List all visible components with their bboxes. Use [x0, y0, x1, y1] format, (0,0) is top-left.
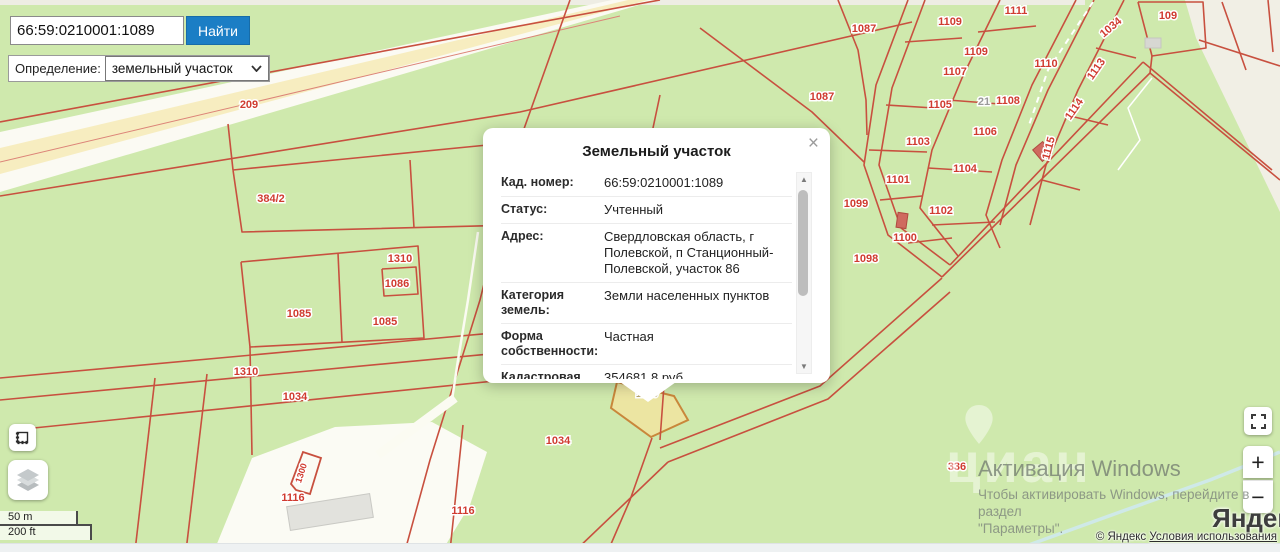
parcel-label: 1098: [854, 253, 878, 265]
parcel-label: 109: [1159, 10, 1177, 22]
fullscreen-button[interactable]: [1244, 407, 1272, 435]
scale-bar-imperial: 200 ft: [0, 524, 92, 540]
popup-pointer: [620, 382, 676, 402]
close-icon[interactable]: ×: [808, 134, 819, 153]
popup-row-value: Земли населенных пунктов: [598, 288, 769, 318]
measure-button[interactable]: [9, 424, 36, 451]
popup-row-value: Учтенный: [598, 202, 663, 218]
parcel-label: 1105: [928, 99, 952, 111]
parcel-label: 1101: [886, 174, 910, 186]
popup-row-label: Кад. номер:: [501, 175, 598, 191]
popup-row-value: Частная: [598, 329, 654, 359]
parcel-label: 1085: [373, 316, 397, 328]
layers-icon: [14, 466, 42, 494]
search-input[interactable]: [10, 16, 184, 45]
popup-row-label: Кадастровая стоимость:: [501, 370, 598, 379]
parcel-label: 1116: [281, 492, 304, 504]
scroll-thumb[interactable]: [798, 190, 808, 296]
map-credits: © Яндекс Условия использования: [1096, 531, 1277, 543]
parcel-label: 209: [240, 99, 258, 111]
popup-row: Статус:Учтенный: [501, 197, 792, 224]
parcel-label: 384/2: [257, 193, 285, 205]
popup-row: Адрес:Свердловская область, г Полевской,…: [501, 224, 792, 283]
parcel-label: 1034: [546, 435, 571, 447]
fullscreen-icon: [1251, 414, 1266, 429]
parcel-label: 1107: [943, 66, 967, 78]
popup-row-value: Свердловская область, г Полевской, п Ста…: [598, 229, 792, 277]
copyright: © Яндекс: [1096, 531, 1146, 543]
scale-bar-metric: 50 m: [0, 511, 78, 524]
parcel-label: 1034: [283, 391, 308, 403]
parcel-label: 1103: [906, 136, 930, 148]
parcel-label: 1102: [929, 205, 953, 217]
parcel-label: 1310: [234, 366, 258, 378]
search-panel: Найти: [10, 16, 250, 45]
filter-panel: Определение: земельный участок: [8, 55, 270, 82]
popup-row-label: Статус:: [501, 202, 598, 218]
parcel-label: 1086: [385, 278, 409, 290]
parcel-label: 1104: [953, 163, 978, 175]
filter-label: Определение:: [9, 56, 105, 81]
layers-button[interactable]: [8, 460, 48, 500]
measure-icon: [14, 429, 31, 446]
popup-row: Категория земель:Земли населенных пункто…: [501, 283, 792, 324]
activation-title: Активация Windows: [978, 456, 1280, 482]
parcel-label: 1085: [287, 308, 311, 320]
parcel-label: 1087: [852, 23, 876, 35]
parcel-label: 1109: [964, 46, 988, 58]
info-popup: Земельный участок × Кад. номер:66:59:021…: [483, 128, 830, 383]
chevron-down-icon: [251, 65, 262, 72]
terms-link[interactable]: Условия использования: [1149, 531, 1277, 543]
popup-row-label: Форма собственности:: [501, 329, 598, 359]
parcel-label: 21: [978, 96, 990, 108]
popup-row-value: 354681.8 руб: [598, 370, 683, 379]
popup-row-label: Адрес:: [501, 229, 598, 277]
parcel-label: 1116: [451, 505, 474, 517]
filter-select[interactable]: земельный участок: [105, 56, 269, 81]
popup-title: Земельный участок: [483, 128, 830, 160]
building: [896, 212, 908, 228]
parcel-label: 1111: [1005, 5, 1028, 17]
yandex-logo: Яндекс: [1212, 503, 1280, 534]
scroll-down-icon[interactable]: ▼: [797, 362, 811, 371]
filter-select-value: земельный участок: [112, 61, 233, 76]
building: [1145, 38, 1161, 48]
parcel-label: 1110: [1034, 58, 1057, 70]
popup-row: Кад. номер:66:59:0210001:1089: [501, 170, 792, 197]
parcel-label: 1106: [973, 126, 997, 138]
popup-row: Кадастровая стоимость:354681.8 руб: [501, 365, 792, 379]
parcel-label: 1109: [938, 16, 962, 28]
popup-scrollbar[interactable]: ▲ ▼: [796, 172, 812, 374]
parcel-label: 1108: [996, 95, 1020, 107]
top-road-strip: [0, 0, 1085, 5]
parcel-label: 1310: [388, 253, 412, 265]
parcel-label: 1100: [893, 232, 917, 244]
search-button[interactable]: Найти: [186, 16, 250, 45]
parcel-label: 1099: [844, 198, 868, 210]
popup-rows: Кад. номер:66:59:0210001:1089Статус:Учте…: [501, 170, 792, 379]
scroll-up-icon[interactable]: ▲: [797, 175, 811, 184]
parcel-label: 1087: [810, 91, 834, 103]
popup-row-value: 66:59:0210001:1089: [598, 175, 723, 191]
popup-row-label: Категория земель:: [501, 288, 598, 318]
popup-row: Форма собственности:Частная: [501, 324, 792, 365]
